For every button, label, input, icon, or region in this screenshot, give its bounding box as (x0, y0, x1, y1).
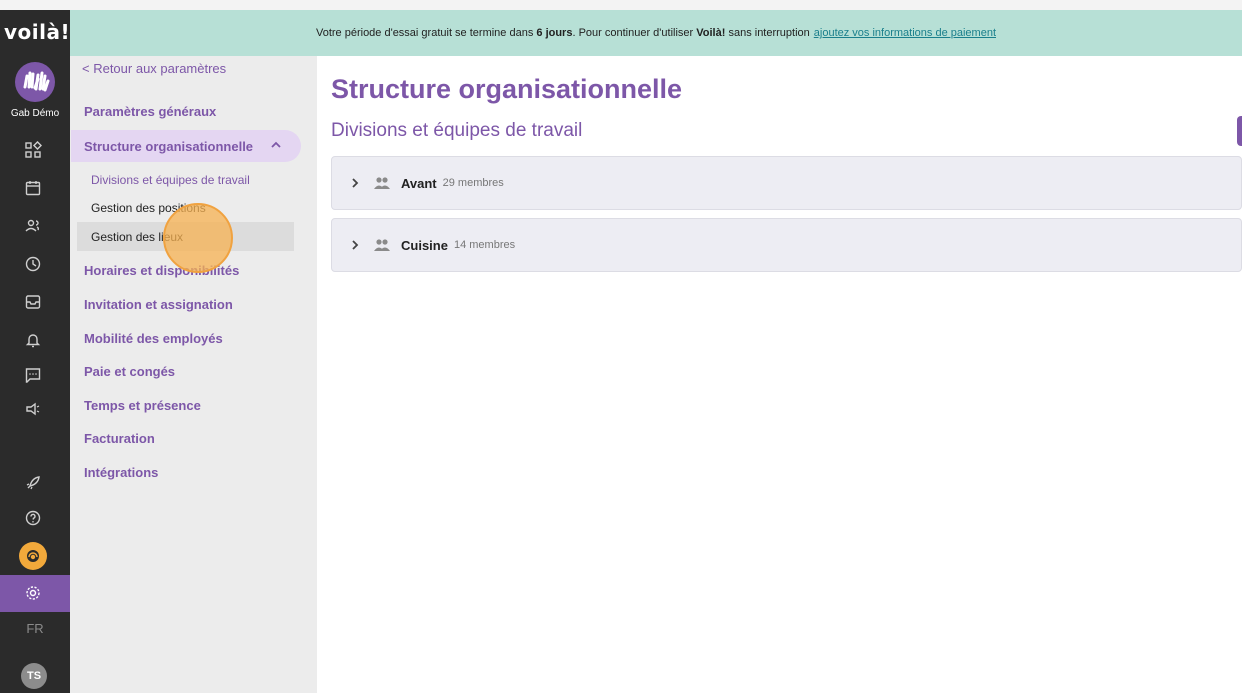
division-member-count: 14 membres (453, 239, 516, 251)
nav-positions[interactable]: Gestion des positions (91, 201, 206, 215)
main-content: Structure organisationnelle Divisions et… (317, 56, 1242, 693)
division-member-count: 29 membres (442, 177, 504, 189)
banner-text-middle: . Pour continuer d'utiliser (572, 27, 694, 39)
nav-org-structure[interactable]: Structure organisationnelle (71, 130, 301, 162)
user-avatar[interactable]: TS (21, 663, 47, 689)
language-switch[interactable]: FR (0, 621, 70, 636)
chevron-up-icon (271, 141, 281, 148)
chat-icon[interactable] (22, 364, 44, 386)
back-to-settings-link[interactable]: < Retour aux paramètres (82, 61, 226, 76)
nav-integrations[interactable]: Intégrations (84, 465, 158, 480)
division-name: Cuisine (401, 237, 448, 253)
nav-invitation[interactable]: Invitation et assignation (84, 297, 233, 312)
banner-brand: Voilà! (696, 27, 726, 39)
nav-time-attendance[interactable]: Temps et présence (84, 398, 201, 413)
nav-org-structure-label: Structure organisationnelle (84, 138, 254, 154)
group-icon (374, 177, 390, 189)
page-title: Structure organisationnelle (331, 74, 683, 104)
settings-sidebar: < Retour aux paramètres Paramètres génér… (70, 56, 317, 693)
clock-icon[interactable] (22, 253, 44, 275)
dashboard-icon[interactable] (22, 139, 44, 161)
add-payment-link[interactable]: ajoutez vos informations de paiement (814, 27, 996, 39)
division-row[interactable]: Avant 29 membres (331, 156, 1242, 210)
group-icon (374, 239, 390, 251)
rocket-icon[interactable] (22, 472, 44, 494)
bell-icon[interactable] (22, 329, 44, 351)
banner-days: 6 jours (536, 27, 573, 39)
help-icon[interactable] (22, 507, 44, 529)
nav-mobility[interactable]: Mobilité des employés (84, 331, 223, 346)
chevron-right-icon[interactable] (349, 239, 361, 251)
chevron-right-icon[interactable] (349, 177, 361, 189)
calendar-icon[interactable] (22, 177, 44, 199)
nav-locations[interactable]: Gestion des lieux (91, 230, 183, 244)
add-division-button[interactable] (1237, 116, 1242, 146)
division-row[interactable]: Cuisine 14 membres (331, 218, 1242, 272)
org-avatar[interactable] (15, 62, 55, 102)
banner-text-before: Votre période d'essai gratuit se termine… (315, 27, 534, 39)
inbox-icon[interactable] (22, 291, 44, 313)
megaphone-icon[interactable] (22, 398, 44, 420)
hands-logo-icon (23, 71, 50, 92)
nav-billing[interactable]: Facturation (84, 431, 155, 446)
gear-icon[interactable] (22, 582, 44, 604)
people-icon[interactable] (22, 215, 44, 237)
nav-schedules[interactable]: Horaires et disponibilités (84, 263, 239, 278)
nav-payroll[interactable]: Paie et congés (84, 364, 175, 379)
trial-banner: Votre période d'essai gratuit se termine… (70, 10, 1242, 56)
section-title: Divisions et équipes de travail (331, 120, 583, 141)
nav-divisions-teams[interactable]: Divisions et équipes de travail (91, 173, 250, 187)
org-name: Gab Démo (10, 108, 60, 119)
support-agent-icon[interactable] (19, 542, 47, 570)
division-name: Avant (401, 175, 437, 191)
nav-general-settings[interactable]: Paramètres généraux (84, 104, 216, 119)
app-logo[interactable]: voilà! (0, 10, 70, 56)
banner-text-after: sans interruption (728, 27, 810, 39)
